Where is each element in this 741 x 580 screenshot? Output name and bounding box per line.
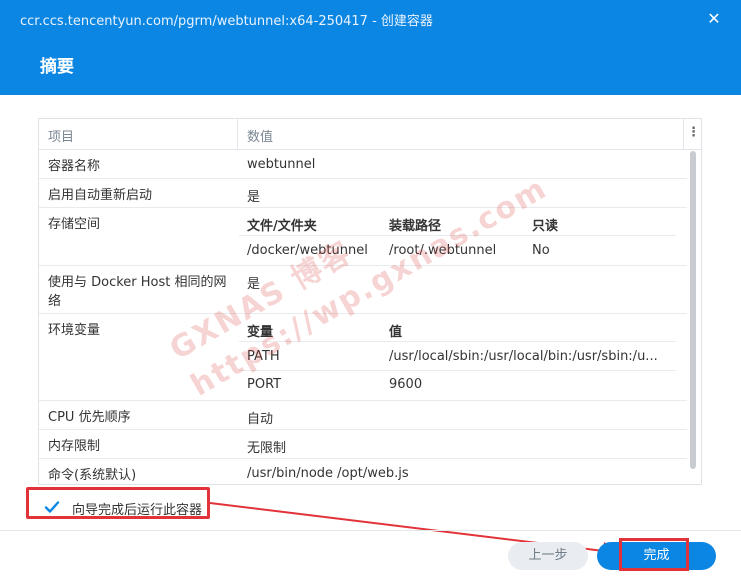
table-row: 存储空间 文件/文件夹 装载路径 只读 /docker/webtunnel /r…	[39, 208, 687, 266]
row-label: 容器名称	[48, 159, 101, 174]
finish-button-highlight	[619, 538, 689, 571]
table-row: 使用与 Docker Host 相同的网络 是	[39, 266, 687, 314]
dialog-header: ccr.ccs.tencentyun.com/pgrm/webtunnel:x6…	[0, 0, 741, 95]
run-after-wizard-label: 向导完成后运行此容器	[72, 503, 203, 518]
window-title: ccr.ccs.tencentyun.com/pgrm/webtunnel:x6…	[20, 14, 433, 29]
page-title: 摘要	[40, 57, 74, 77]
storage-mount-value: /root/.webtunnel	[389, 243, 497, 258]
previous-button[interactable]: 上一步	[508, 542, 588, 570]
table-row: 内存限制 无限制	[39, 430, 687, 459]
row-value: webtunnel	[247, 157, 316, 172]
table-row: CPU 优先顺序 自动	[39, 401, 687, 430]
env-value: 9600	[389, 377, 423, 392]
row-value: 无限制	[247, 441, 287, 456]
table-row: 容器名称 webtunnel	[39, 150, 687, 179]
row-value: /usr/bin/node /opt/web.js	[247, 466, 409, 481]
row-label: 内存限制	[48, 439, 101, 454]
row-label: 使用与 Docker Host 相同的网络	[48, 275, 227, 309]
env-value: /usr/local/sbin:/usr/local/bin:/usr/sbin…	[389, 349, 658, 364]
column-menu-icon[interactable]: ⋮	[687, 125, 700, 140]
env-header-value: 值	[389, 325, 403, 340]
close-icon[interactable]: ✕	[703, 8, 725, 30]
divider	[239, 341, 676, 342]
run-after-wizard-option[interactable]: 向导完成后运行此容器	[26, 487, 210, 519]
footer-divider	[0, 530, 741, 531]
table-header: 项目 数值 ⋮	[39, 119, 701, 150]
storage-readonly-value: No	[532, 243, 550, 258]
env-header-variable: 变量	[247, 325, 274, 340]
row-label: CPU 优先顺序	[48, 410, 131, 425]
row-value: 是	[247, 190, 261, 205]
table-row: 启用自动重新启动 是	[39, 179, 687, 208]
row-label: 存储空间	[48, 217, 101, 232]
row-label: 启用自动重新启动	[48, 188, 153, 203]
summary-table: 项目 数值 ⋮ 容器名称 webtunnel 启用自动重新启动 是 存储空间 文…	[38, 118, 702, 485]
row-label: 环境变量	[48, 323, 101, 338]
column-header-value[interactable]: 数值	[247, 126, 273, 145]
table-row: 环境变量 变量 值 PATH /usr/local/sbin:/usr/loca…	[39, 314, 687, 401]
divider	[239, 235, 676, 236]
divider	[239, 370, 676, 371]
column-divider	[683, 119, 684, 149]
storage-folder-value: /docker/webtunnel	[247, 243, 368, 258]
row-label: 命令(系统默认)	[48, 468, 137, 483]
storage-header-readonly: 只读	[532, 219, 559, 234]
row-value: 自动	[247, 412, 274, 427]
table-row: 命令(系统默认) /usr/bin/node /opt/web.js	[39, 459, 687, 484]
column-header-item[interactable]: 项目	[48, 126, 74, 145]
env-name: PORT	[247, 377, 282, 392]
storage-header-folder: 文件/文件夹	[247, 219, 317, 234]
row-value: 是	[247, 277, 261, 292]
checkmark-icon[interactable]	[44, 499, 60, 515]
env-name: PATH	[247, 349, 280, 364]
table-scrollbar[interactable]	[690, 151, 696, 469]
column-divider	[237, 119, 238, 149]
storage-header-mount: 装载路径	[389, 219, 442, 234]
